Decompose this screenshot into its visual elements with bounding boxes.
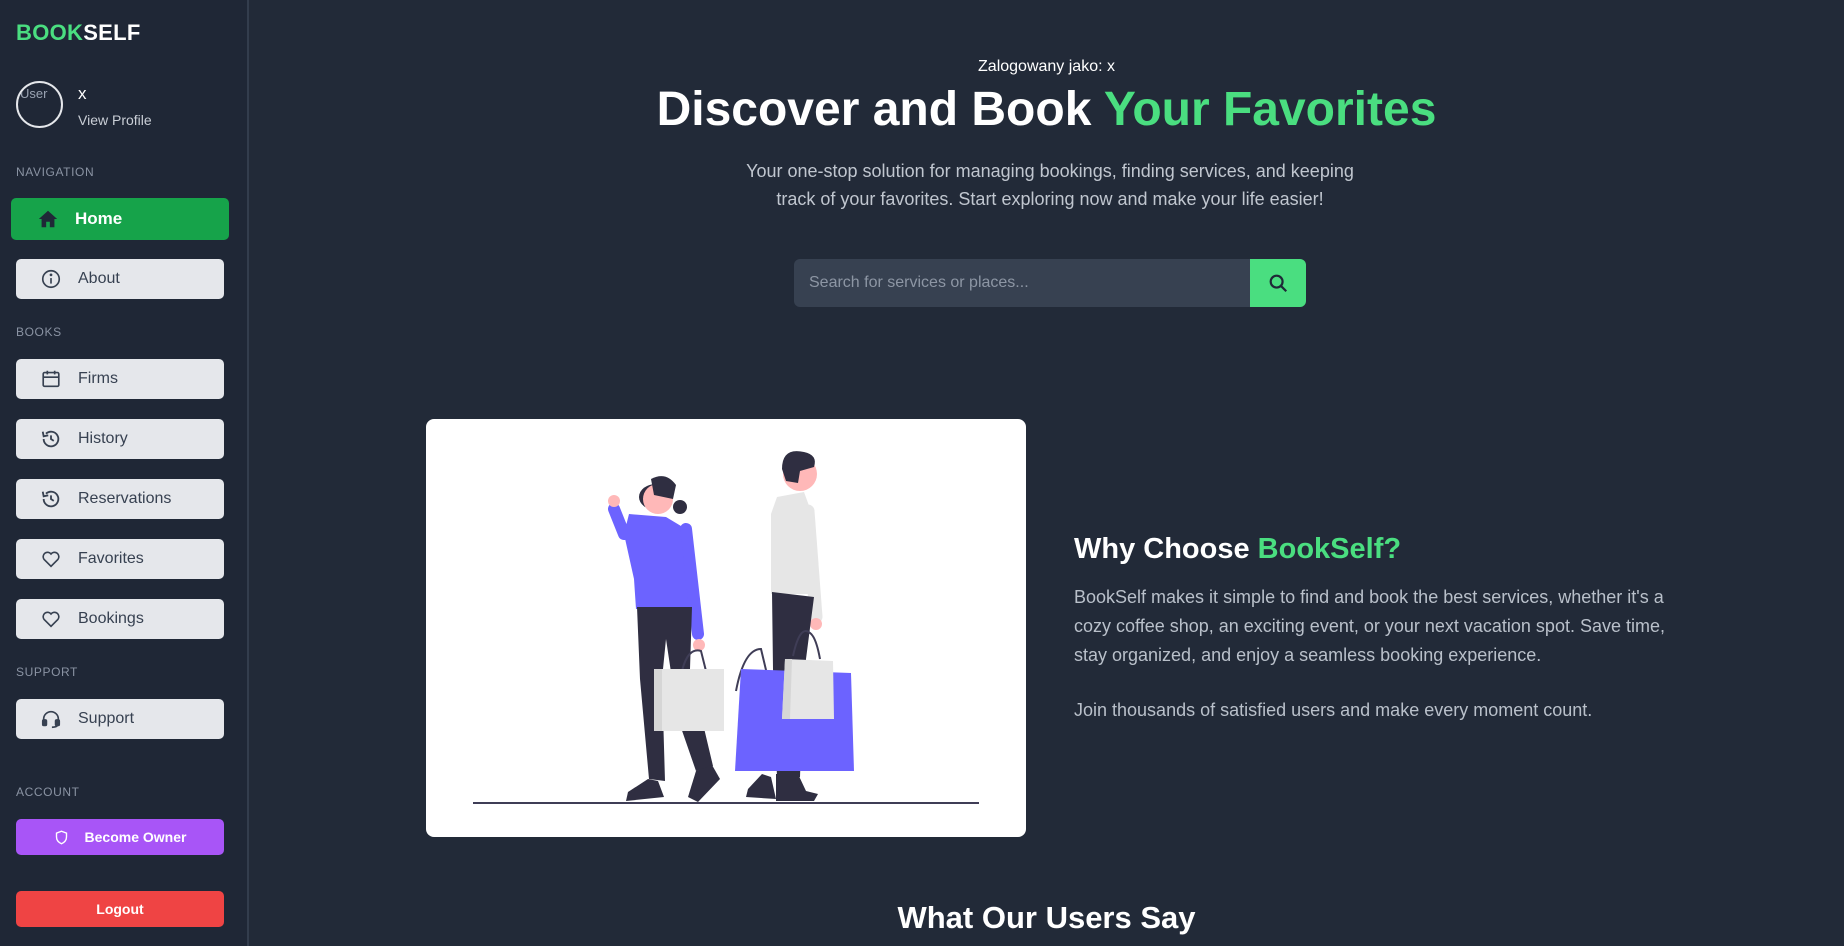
- testimonials-title: What Our Users Say: [897, 900, 1196, 935]
- search-input[interactable]: [794, 259, 1250, 307]
- home-icon: [38, 210, 58, 228]
- books-heading: BOOKS: [16, 325, 62, 339]
- navigation-heading: NAVIGATION: [16, 165, 95, 179]
- sidebar-item-label: Home: [75, 209, 123, 228]
- sidebar-item-home[interactable]: Home: [11, 198, 229, 240]
- sidebar-item-bookings[interactable]: Bookings: [16, 599, 224, 639]
- sidebar-item-label: Bookings: [78, 610, 144, 627]
- sidebar-item-label: About: [78, 270, 120, 287]
- shopping-illustration: [426, 419, 1026, 837]
- logout-button[interactable]: Logout: [16, 891, 224, 927]
- sidebar-item-reservations[interactable]: Reservations: [16, 479, 224, 519]
- shopping-people-image: [473, 451, 979, 804]
- become-owner-button[interactable]: Become Owner: [16, 819, 224, 855]
- hero-title: Discover and Book Your Favorites: [656, 83, 1437, 136]
- sidebar-item-support[interactable]: Support: [16, 699, 224, 739]
- why-paragraph-2: Join thousands of satisfied users and ma…: [1074, 700, 1593, 720]
- sidebar-item-label: Firms: [78, 370, 118, 387]
- info-icon: [41, 269, 61, 289]
- user-profile: User x View Profile: [16, 81, 152, 128]
- shield-icon: [55, 830, 67, 845]
- sidebar-item-label: Favorites: [78, 550, 144, 567]
- hero-subtitle: Your one-stop solution for managing book…: [746, 161, 1354, 209]
- why-paragraph-1: BookSelf makes it simple to find and boo…: [1074, 587, 1665, 665]
- heart-icon: [42, 551, 60, 568]
- search-icon: [1269, 274, 1288, 293]
- logged-in-label: Zalogowany jako: x: [978, 58, 1115, 75]
- sidebar-item-favorites[interactable]: Favorites: [16, 539, 224, 579]
- avatar[interactable]: User: [16, 81, 63, 128]
- avatar-alt-text: User: [20, 86, 48, 101]
- sidebar-item-label: History: [78, 430, 128, 447]
- app-logo[interactable]: BOOKSELF: [16, 20, 141, 46]
- sidebar-item-label: Support: [78, 710, 135, 727]
- search-button[interactable]: [1250, 259, 1306, 307]
- sidebar-item-label: Reservations: [78, 490, 172, 507]
- history-icon: [41, 490, 60, 508]
- user-name: x: [78, 84, 87, 103]
- sidebar-item-history[interactable]: History: [16, 419, 224, 459]
- sidebar: BOOKSELF User x View Profile NAVIGATION …: [0, 0, 249, 946]
- sidebar-item-firms[interactable]: Firms: [16, 359, 224, 399]
- account-heading: ACCOUNT: [16, 785, 80, 799]
- heart-icon: [42, 611, 60, 628]
- sidebar-item-about[interactable]: About: [16, 259, 224, 299]
- support-heading: SUPPORT: [16, 665, 78, 679]
- history-icon: [41, 430, 60, 448]
- search-bar: [794, 259, 1306, 307]
- view-profile-link[interactable]: View Profile: [78, 112, 152, 128]
- why-choose-title: Why Choose BookSelf?: [1074, 533, 1402, 565]
- calendar-icon: [42, 370, 60, 388]
- headset-icon: [41, 710, 61, 729]
